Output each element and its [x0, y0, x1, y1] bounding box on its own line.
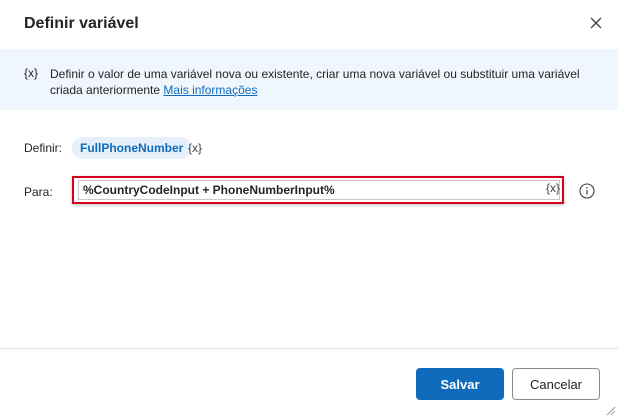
- variable-name-pill[interactable]: FullPhoneNumber: [72, 137, 192, 159]
- variable-icon: {x}: [24, 66, 39, 80]
- close-icon: [590, 17, 602, 29]
- value-highlight-frame: %CountryCodeInput + PhoneNumberInput% {x…: [72, 176, 564, 204]
- banner-description: Definir o valor de uma variável nova ou …: [50, 66, 590, 98]
- more-info-link[interactable]: Mais informações: [163, 83, 257, 97]
- footer-divider: [0, 348, 618, 349]
- cancel-button[interactable]: Cancelar: [512, 368, 600, 400]
- save-button[interactable]: Salvar: [416, 368, 504, 400]
- insert-variable-icon[interactable]: {x}: [546, 181, 560, 195]
- resize-grip-icon[interactable]: [604, 404, 616, 416]
- info-icon[interactable]: [579, 183, 595, 199]
- set-label: Definir:: [24, 141, 63, 155]
- close-button[interactable]: [586, 13, 606, 33]
- banner-description-text: Definir o valor de uma variável nova ou …: [50, 67, 580, 97]
- variable-select-icon[interactable]: {x}: [188, 141, 202, 155]
- to-label: Para:: [24, 185, 53, 199]
- dialog-title: Definir variável: [24, 15, 139, 32]
- info-banner: {x} Definir o valor de uma variável nova…: [0, 49, 618, 110]
- set-variable-dialog: Definir variável {x} Definir o valor de …: [0, 0, 618, 418]
- value-input[interactable]: %CountryCodeInput + PhoneNumberInput%: [78, 180, 560, 200]
